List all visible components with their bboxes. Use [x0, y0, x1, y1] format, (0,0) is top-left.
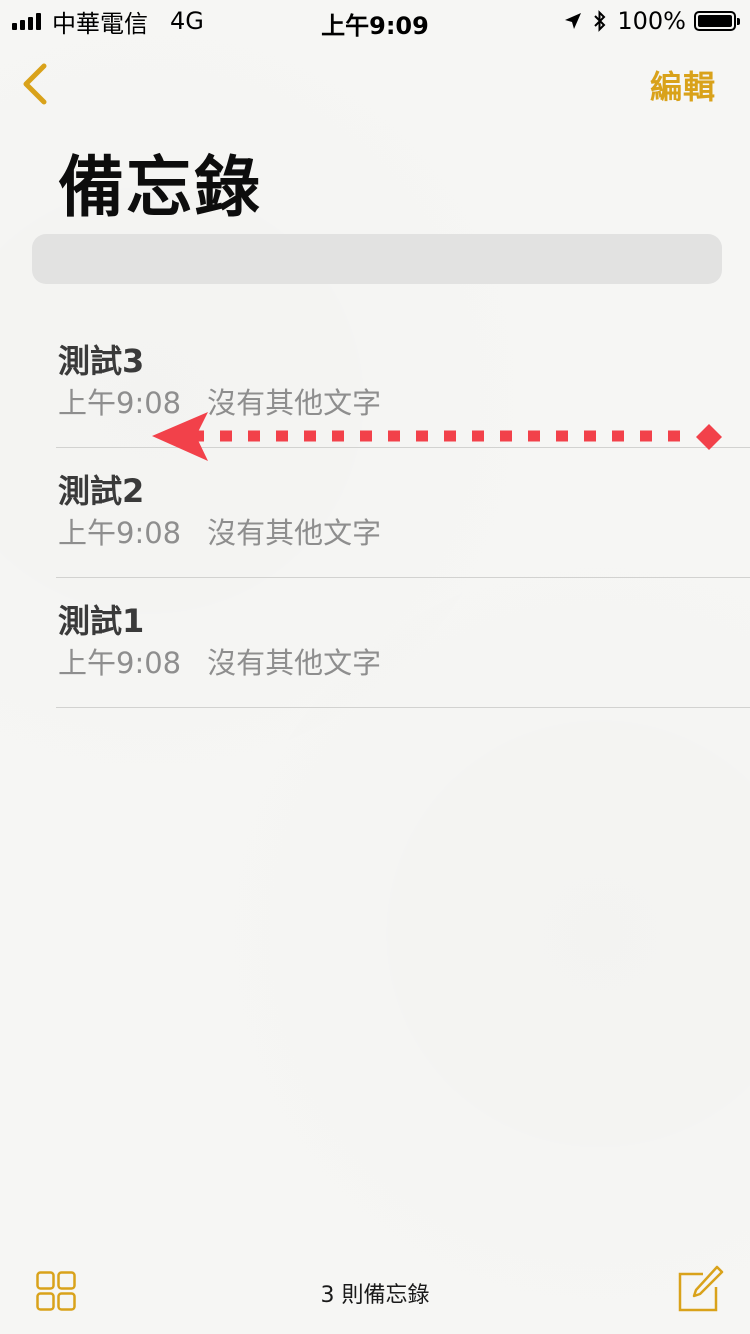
battery-percentage: 100%	[617, 7, 686, 35]
note-meta: 上午9:08 沒有其他文字	[58, 510, 381, 552]
swipe-left-arrow-icon	[152, 412, 722, 461]
chevron-left-icon	[23, 63, 47, 105]
note-preview: 沒有其他文字	[207, 646, 382, 680]
back-button[interactable]	[18, 60, 58, 110]
location-icon	[563, 11, 583, 31]
note-time: 上午9:08	[58, 646, 182, 680]
bottom-toolbar: 3 則備忘錄	[0, 1250, 750, 1334]
note-title: 測試2	[58, 472, 145, 510]
note-preview: 沒有其他文字	[207, 516, 382, 550]
note-title: 測試3	[58, 342, 145, 380]
bluetooth-icon	[593, 10, 607, 32]
notes-list: 測試3 上午9:08 沒有其他文字 測試2 上午9:08 沒有其他文字 測試1 上午…	[0, 318, 750, 708]
note-title: 測試1	[58, 602, 145, 640]
page-title: 備忘錄	[58, 149, 262, 226]
status-right: 100%	[563, 6, 740, 36]
battery-icon	[694, 11, 740, 31]
list-item[interactable]: 測試1 上午9:08 沒有其他文字	[0, 578, 750, 708]
battery-fill	[698, 15, 732, 27]
status-bar: 中華電信 4G 上午9:09 100%	[0, 0, 750, 40]
edit-button[interactable]: 編輯	[650, 62, 716, 108]
notes-count: 3 則備忘錄	[320, 1283, 430, 1308]
note-meta: 上午9:08 沒有其他文字	[58, 640, 381, 682]
note-time: 上午9:08	[58, 516, 182, 550]
search-input[interactable]	[32, 234, 722, 284]
compose-icon[interactable]	[676, 1264, 724, 1312]
divider	[56, 707, 750, 708]
